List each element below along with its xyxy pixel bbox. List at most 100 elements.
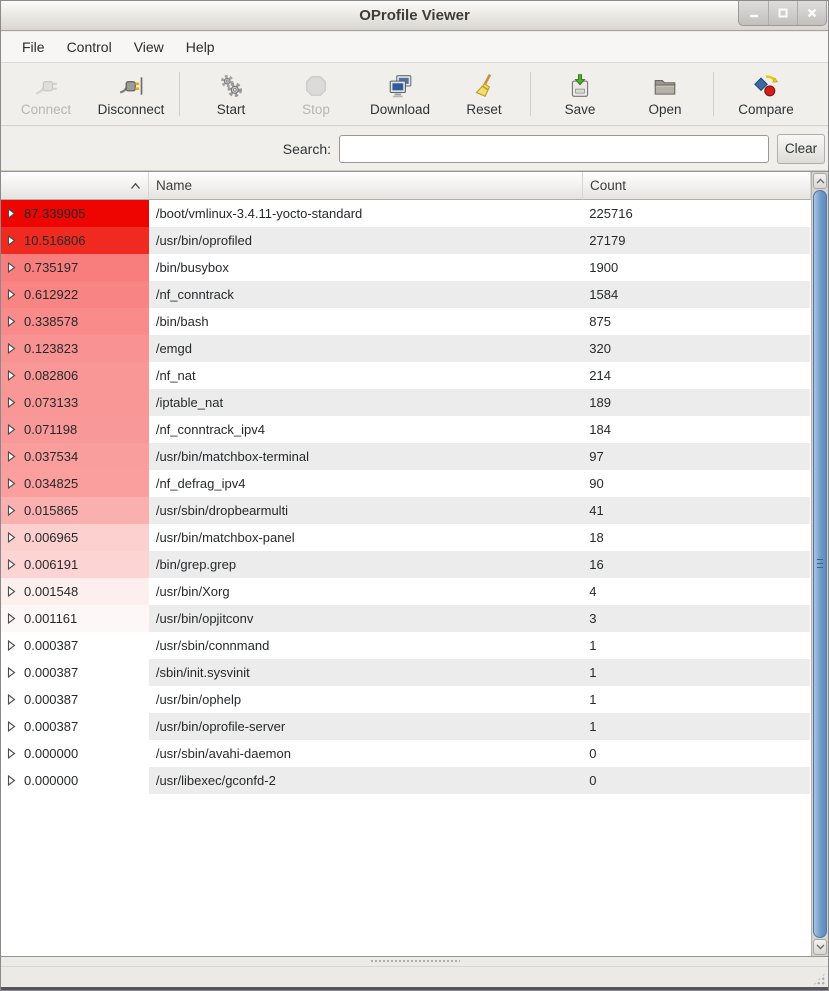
expander-icon[interactable] [7, 559, 16, 570]
reset-icon [471, 71, 497, 99]
scroll-down-button[interactable] [813, 939, 827, 955]
download-icon [387, 71, 413, 99]
close-icon [806, 7, 818, 19]
expander-icon[interactable] [7, 694, 16, 705]
table-row[interactable]: 0.000000 /usr/sbin/avahi-daemon 0 [1, 740, 810, 767]
table-row[interactable]: 0.001548 /usr/bin/Xorg 4 [1, 578, 810, 605]
expander-icon[interactable] [7, 208, 16, 219]
scrollbar-thumb[interactable] [813, 190, 827, 938]
vertical-scrollbar[interactable] [811, 172, 828, 956]
open-button[interactable]: Open [623, 67, 707, 121]
maximize-button[interactable] [768, 1, 797, 25]
table-row[interactable]: 0.000387 /usr/bin/ophelp 1 [1, 686, 810, 713]
percent-cell: 0.000387 [1, 659, 149, 686]
expander-icon[interactable] [7, 586, 16, 597]
toolbar: Connect Disconnect [1, 63, 828, 126]
start-button[interactable]: Start [186, 67, 276, 121]
table-row[interactable]: 87.339905 /boot/vmlinux-3.4.11-yocto-sta… [1, 200, 810, 227]
percent-value: 0.006191 [24, 557, 78, 572]
table-row[interactable]: 0.037534 /usr/bin/matchbox-terminal 97 [1, 443, 810, 470]
save-icon [567, 71, 593, 99]
count-cell: 4 [582, 578, 810, 605]
table-row[interactable]: 0.073133 /iptable_nat 189 [1, 389, 810, 416]
expander-icon[interactable] [7, 478, 16, 489]
count-cell: 1 [582, 659, 810, 686]
pane-splitter[interactable] [1, 957, 828, 966]
name-cell: /bin/bash [149, 308, 582, 335]
table-row[interactable]: 0.071198 /nf_conntrack_ipv4 184 [1, 416, 810, 443]
table-row[interactable]: 0.338578 /bin/bash 875 [1, 308, 810, 335]
percent-value: 0.000387 [24, 638, 78, 653]
percent-cell: 0.073133 [1, 389, 149, 416]
disconnect-button[interactable]: Disconnect [89, 67, 173, 121]
percent-cell: 0.037534 [1, 443, 149, 470]
expander-icon[interactable] [7, 613, 16, 624]
column-header-percent[interactable] [1, 172, 149, 200]
expander-icon[interactable] [7, 397, 16, 408]
percent-value: 0.338578 [24, 314, 78, 329]
close-button[interactable] [797, 1, 826, 25]
table-row[interactable]: 0.000387 /usr/bin/oprofile-server 1 [1, 713, 810, 740]
expander-icon[interactable] [7, 235, 16, 246]
percent-value: 0.000387 [24, 692, 78, 707]
percent-cell: 0.000000 [1, 767, 149, 794]
maximize-icon [777, 7, 789, 19]
expander-icon[interactable] [7, 262, 16, 273]
download-button[interactable]: Download [356, 67, 444, 121]
expander-icon[interactable] [7, 451, 16, 462]
expander-icon[interactable] [7, 748, 16, 759]
menu-file[interactable]: File [11, 34, 56, 60]
expander-icon[interactable] [7, 343, 16, 354]
table-row[interactable]: 0.735197 /bin/busybox 1900 [1, 254, 810, 281]
table-row[interactable]: 0.015865 /usr/sbin/dropbearmulti 41 [1, 497, 810, 524]
disconnect-label: Disconnect [98, 102, 165, 117]
name-cell: /nf_defrag_ipv4 [149, 470, 582, 497]
table-row[interactable]: 0.006965 /usr/bin/matchbox-panel 18 [1, 524, 810, 551]
table-header: Name Count [1, 172, 828, 200]
expander-icon[interactable] [7, 667, 16, 678]
percent-value: 0.073133 [24, 395, 78, 410]
table-row[interactable]: 0.000000 /usr/libexec/gconfd-2 0 [1, 767, 810, 794]
expander-icon[interactable] [7, 370, 16, 381]
expander-icon[interactable] [7, 775, 16, 786]
column-header-count[interactable]: Count [583, 172, 811, 200]
expander-icon[interactable] [7, 289, 16, 300]
percent-value: 0.000387 [24, 665, 78, 680]
table-row[interactable]: 0.000387 /usr/sbin/connmand 1 [1, 632, 810, 659]
minimize-button[interactable] [739, 1, 768, 25]
table-row[interactable]: 0.001161 /usr/bin/opjitconv 3 [1, 605, 810, 632]
connect-icon [33, 71, 59, 99]
search-input[interactable] [339, 135, 769, 163]
clear-button[interactable]: Clear [777, 134, 825, 164]
table-row[interactable]: 0.082806 /nf_nat 214 [1, 362, 810, 389]
expander-icon[interactable] [7, 532, 16, 543]
save-button[interactable]: Save [537, 67, 623, 121]
table-row[interactable]: 0.612922 /nf_conntrack 1584 [1, 281, 810, 308]
expander-icon[interactable] [7, 505, 16, 516]
count-cell: 214 [582, 362, 810, 389]
scroll-up-button[interactable] [813, 173, 827, 189]
compare-label: Compare [738, 102, 794, 117]
expander-icon[interactable] [7, 721, 16, 732]
expander-icon[interactable] [7, 424, 16, 435]
window-controls [738, 1, 827, 26]
column-header-name[interactable]: Name [149, 172, 583, 200]
menu-control[interactable]: Control [56, 34, 123, 60]
titlebar[interactable]: OProfile Viewer [1, 1, 828, 31]
percent-value: 0.000387 [24, 719, 78, 734]
table-row[interactable]: 0.000387 /sbin/init.sysvinit 1 [1, 659, 810, 686]
reset-button[interactable]: Reset [444, 67, 524, 121]
table-row[interactable]: 0.034825 /nf_defrag_ipv4 90 [1, 470, 810, 497]
percent-cell: 0.006965 [1, 524, 149, 551]
resize-grip-icon[interactable] [812, 972, 826, 986]
table-row[interactable]: 0.123823 /emgd 320 [1, 335, 810, 362]
expander-icon[interactable] [7, 640, 16, 651]
menu-help[interactable]: Help [175, 34, 226, 60]
menu-view[interactable]: View [123, 34, 175, 60]
percent-cell: 0.338578 [1, 308, 149, 335]
compare-button[interactable]: Compare [720, 67, 812, 121]
expander-icon[interactable] [7, 316, 16, 327]
table-row[interactable]: 10.516806 /usr/bin/oprofiled 27179 [1, 227, 810, 254]
connect-label: Connect [21, 102, 71, 117]
table-row[interactable]: 0.006191 /bin/grep.grep 16 [1, 551, 810, 578]
